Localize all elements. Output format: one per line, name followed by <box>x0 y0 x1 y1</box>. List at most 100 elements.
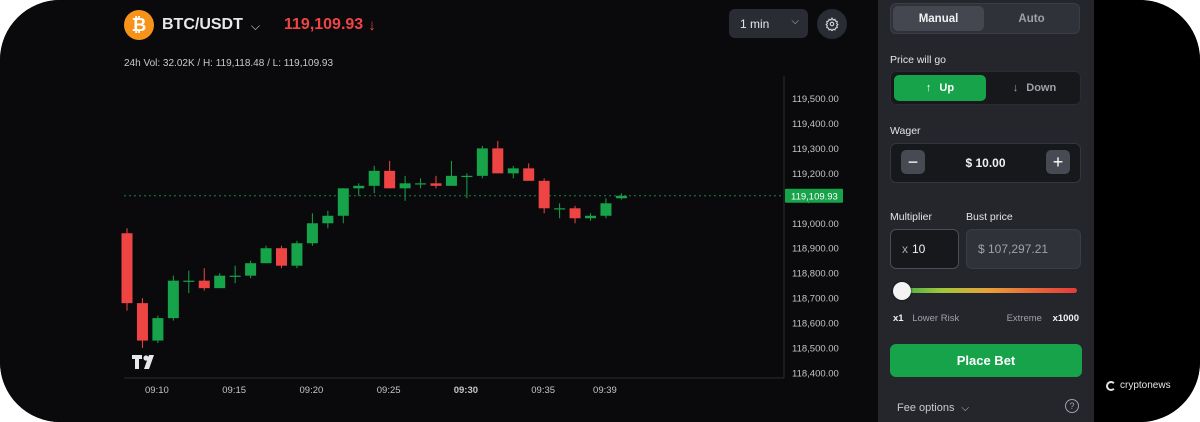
watermark: cryptonews <box>1106 380 1171 391</box>
candle-body <box>306 223 318 244</box>
candle-body <box>600 203 612 216</box>
interval-value: 1 min <box>740 16 770 31</box>
risk-slider-track[interactable] <box>898 288 1077 293</box>
risk-slider-handle[interactable] <box>893 282 911 300</box>
candle-body <box>430 183 442 186</box>
candle-body <box>461 175 473 178</box>
fee-options-label: Fee options <box>897 402 955 414</box>
gear-icon <box>825 17 839 31</box>
price-tick-label: 119,200.00 <box>792 169 839 180</box>
24h-stats: 24h Vol: 32.02K / H: 119,118.48 / L: 119… <box>124 58 334 69</box>
candle-body <box>214 275 226 289</box>
increase-wager-button[interactable]: + <box>1046 150 1070 174</box>
price-tick-label: 118,400.00 <box>792 369 839 380</box>
price-tick-label: 119,500.00 <box>792 94 839 105</box>
candle-body <box>121 233 133 304</box>
candle-body <box>291 243 303 266</box>
current-price-tag-label: 119,109.93 <box>791 191 838 202</box>
time-tick-label: 09:30 <box>454 385 478 396</box>
mode-toggle: Manual Auto <box>890 3 1080 34</box>
risk-max-multiplier: x1000 <box>1052 313 1079 324</box>
candle-body <box>322 215 334 224</box>
direction-toggle: ↑ Up ↓ Down <box>890 71 1081 105</box>
time-tick-label: 09:20 <box>300 385 324 396</box>
multiplier-label: Multiplier <box>890 211 933 223</box>
multiplier-prefix: x <box>902 242 908 256</box>
pair-selector[interactable]: BTC/USDT <box>162 16 243 34</box>
help-icon[interactable]: ? <box>1065 399 1079 413</box>
wager-label: Wager <box>890 125 921 137</box>
candle-body <box>492 148 504 174</box>
interval-select[interactable]: 1 min ⌵ <box>729 9 808 38</box>
price-tick-label: 118,800.00 <box>792 269 839 280</box>
candle-body <box>136 303 148 341</box>
candle-body <box>152 318 164 341</box>
chevron-down-icon: ⌵ <box>961 403 970 414</box>
bust-price-field: $ 107,297.21 <box>966 229 1081 269</box>
cryptonews-logo-icon <box>1106 380 1116 391</box>
right-margin <box>1094 0 1200 422</box>
candle-body <box>198 280 210 289</box>
price-tick-label: 118,900.00 <box>792 244 839 255</box>
fee-options-toggle[interactable]: Fee options ⌵ <box>897 402 969 414</box>
tradingview-logo <box>132 355 154 369</box>
risk-min-label: Lower Risk <box>912 313 960 324</box>
chart-header: ₿ BTC/USDT ⌵ 119,109.93 ↓ <box>124 10 376 40</box>
candle-body <box>538 180 550 209</box>
candle-body <box>507 168 519 174</box>
candle-body <box>554 208 566 210</box>
multiplier-value: 10 <box>912 242 926 256</box>
candle-body <box>399 183 411 189</box>
chart-area: 119,500.00 119,400.00 119,300.00 119,200.00… <box>0 0 878 422</box>
time-tick-label: 09:39 <box>593 385 617 396</box>
candle-body <box>353 185 365 189</box>
watermark-text: cryptonews <box>1120 380 1171 391</box>
price-tick-label: 118,700.00 <box>792 294 839 305</box>
settings-button[interactable] <box>817 9 847 39</box>
candle-body <box>415 183 427 185</box>
chevron-down-icon: ⌵ <box>791 16 799 27</box>
time-tick-label: 09:25 <box>377 385 401 396</box>
candle-body <box>615 195 627 199</box>
candle-body <box>260 248 272 264</box>
arrow-down-icon: ↓ <box>1012 82 1019 94</box>
candle-body <box>337 188 349 216</box>
candle-body <box>229 275 241 277</box>
bet-panel: Manual Auto Price will go ↑ Up ↓ Down Wa… <box>878 0 1094 422</box>
candle-body <box>245 263 257 276</box>
candle-body <box>167 280 179 319</box>
candle-body <box>445 175 457 186</box>
down-label: Down <box>1026 82 1057 94</box>
price-tick-label: 118,600.00 <box>792 319 839 330</box>
candle-body <box>585 215 596 219</box>
price-tick-label: 118,500.00 <box>792 344 839 355</box>
price-direction-label: Price will go <box>890 54 947 66</box>
price-tick-label: 119,300.00 <box>792 144 839 155</box>
risk-min-multiplier: x1 <box>893 313 904 324</box>
candle-body <box>476 148 488 176</box>
app-frame: 119,500.00 119,400.00 119,300.00 119,200.00… <box>0 0 1200 422</box>
candle-body <box>183 280 195 282</box>
candle-body <box>276 248 287 266</box>
candle-body <box>368 170 380 186</box>
time-tick-label: 09:35 <box>531 385 555 396</box>
place-bet-button[interactable]: Place Bet <box>890 344 1082 377</box>
risk-max-label: Extreme <box>1006 313 1042 324</box>
bust-price-label: Bust price <box>966 211 1013 223</box>
tab-auto[interactable]: Auto <box>986 6 1077 31</box>
arrow-down-icon: ↓ <box>368 16 376 34</box>
time-tick-label: 09:10 <box>145 385 169 396</box>
wager-input[interactable]: − $ 10.00 + <box>890 143 1081 183</box>
tab-manual[interactable]: Manual <box>893 6 984 31</box>
price-tick-label: 119,400.00 <box>792 119 839 130</box>
price-tick-label: 119,000.00 <box>792 219 839 230</box>
down-button[interactable]: ↓ Down <box>990 75 1079 101</box>
up-button[interactable]: ↑ Up <box>894 75 986 101</box>
candle-body <box>384 170 396 189</box>
chevron-down-icon[interactable]: ⌵ <box>251 19 260 34</box>
candle-body <box>569 208 581 219</box>
bitcoin-icon: ₿ <box>124 10 154 40</box>
multiplier-input[interactable]: x 10 <box>890 229 959 269</box>
current-price: 119,109.93 <box>284 16 364 33</box>
up-label: Up <box>939 82 955 94</box>
